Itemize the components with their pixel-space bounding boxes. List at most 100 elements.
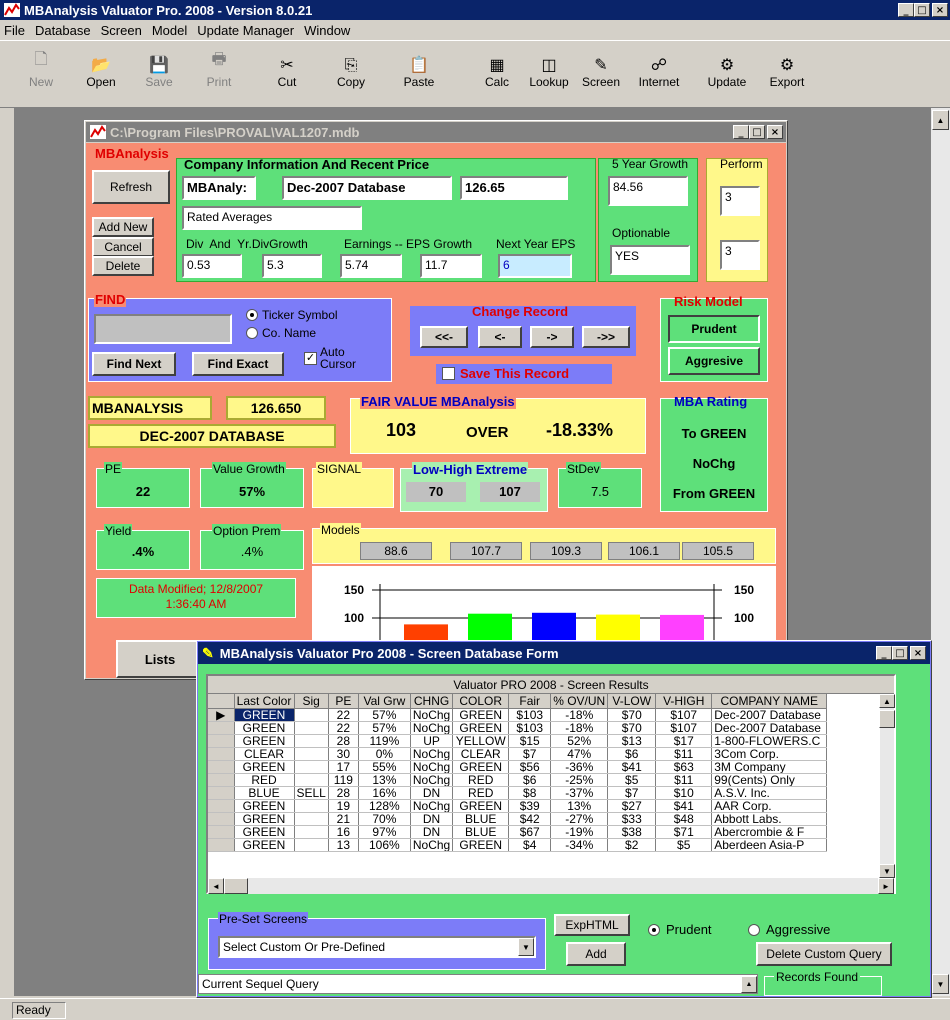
prudent-button[interactable]: Prudent	[668, 315, 760, 343]
table-row[interactable]: CLEAR 30 0% NoChg CLEAR $7 47% $6 $11 3Com Corp.	[208, 747, 828, 761]
table-cell[interactable]	[294, 799, 329, 813]
add-new-button[interactable]: Add New	[92, 217, 154, 237]
earnings-field[interactable]: 5.74	[340, 254, 402, 278]
column-header[interactable]: Sig	[294, 694, 329, 709]
toolbar-save-button[interactable]: 💾 Save	[134, 51, 184, 97]
table-cell[interactable]: $5	[607, 773, 657, 787]
table-cell[interactable]: $107	[655, 708, 713, 722]
row-selector[interactable]	[208, 734, 235, 748]
table-row[interactable]: GREEN 22 57% NoChg GREEN $103 -18% $70 $107 Dec-2…	[208, 721, 828, 735]
table-cell[interactable]	[294, 760, 329, 774]
table-cell[interactable]: -34%	[550, 838, 609, 852]
table-cell[interactable]: BLUE	[234, 786, 295, 800]
table-cell[interactable]: 99(Cents) Only	[711, 773, 828, 787]
table-cell[interactable]: $70	[607, 721, 657, 735]
column-header[interactable]: Last Color	[234, 694, 295, 709]
row-selector[interactable]	[208, 825, 235, 839]
table-cell[interactable]: CLEAR	[234, 747, 295, 761]
table-cell[interactable]: GREEN	[234, 799, 295, 813]
row-selector[interactable]	[208, 721, 235, 735]
optionable-field[interactable]: YES	[610, 245, 690, 275]
menu-database[interactable]: Database	[35, 23, 91, 38]
table-cell[interactable]: 13%	[550, 799, 609, 813]
menu-file[interactable]: File	[4, 23, 25, 38]
table-cell[interactable]: Aberdeen Asia-P	[711, 838, 828, 852]
table-cell[interactable]: 28	[328, 734, 359, 748]
table-cell[interactable]: CLEAR	[452, 747, 510, 761]
table-cell[interactable]: RED	[452, 786, 510, 800]
perform-field-1[interactable]: 3	[720, 186, 760, 216]
perform-field-2[interactable]: 3	[720, 240, 760, 270]
table-cell[interactable]: Dec-2007 Database	[711, 721, 828, 735]
table-cell[interactable]: $67	[508, 825, 552, 839]
table-row[interactable]: GREEN 21 70% DN BLUE $42 -27% $33 $48 Abbott Labs…	[208, 812, 828, 826]
table-cell[interactable]: GREEN	[234, 734, 295, 748]
prev-record-button[interactable]: <-	[478, 326, 522, 348]
table-cell[interactable]: GREEN	[452, 838, 510, 852]
table-cell[interactable]: GREEN	[452, 721, 510, 735]
table-cell[interactable]: $39	[508, 799, 552, 813]
last-record-button[interactable]: ->>	[582, 326, 630, 348]
column-header[interactable]: V-LOW	[607, 694, 657, 709]
table-cell[interactable]: GREEN	[234, 708, 295, 722]
first-record-button[interactable]: <<-	[420, 326, 468, 348]
grid-scroll-down-icon[interactable]: ▼	[879, 864, 895, 878]
table-cell[interactable]: 106%	[358, 838, 411, 852]
table-row[interactable]: ▶ GREEN 22 57% NoChg GREEN $103 -18% $70 $107 Dec-…	[208, 708, 828, 722]
table-cell[interactable]: GREEN	[452, 760, 510, 774]
table-cell[interactable]: YELLOW	[452, 734, 510, 748]
table-cell[interactable]: 13%	[358, 773, 411, 787]
table-cell[interactable]	[294, 838, 329, 852]
table-cell[interactable]: $11	[655, 773, 713, 787]
table-cell[interactable]: 55%	[358, 760, 411, 774]
db-close-icon[interactable]: ×	[767, 125, 783, 139]
next-year-eps-field[interactable]: 6	[498, 254, 572, 278]
table-cell[interactable]: $11	[655, 747, 713, 761]
table-row[interactable]: RED 119 13% NoChg RED $6 -25% $5 $11 99(Cents) On…	[208, 773, 828, 787]
add-button[interactable]: Add	[566, 942, 626, 966]
table-cell[interactable]: GREEN	[234, 812, 295, 826]
table-cell[interactable]: 57%	[358, 708, 411, 722]
table-cell[interactable]: $7	[508, 747, 552, 761]
preset-screens-select[interactable]: Select Custom Or Pre-Defined ▼	[218, 936, 536, 958]
table-cell[interactable]: 21	[328, 812, 359, 826]
table-cell[interactable]: -37%	[550, 786, 609, 800]
grid-scroll-up-icon[interactable]: ▲	[879, 694, 895, 708]
grid-scroll-left-icon[interactable]: ◄	[208, 878, 224, 894]
column-header[interactable]: Val Grw	[358, 694, 411, 709]
query-scroll-icon[interactable]: ▲	[741, 976, 757, 993]
table-cell[interactable]: DN	[410, 825, 454, 839]
table-cell[interactable]: $63	[655, 760, 713, 774]
exphtml-button[interactable]: ExpHTML	[554, 914, 630, 936]
table-cell[interactable]	[294, 721, 329, 735]
row-selector[interactable]	[208, 812, 235, 826]
screen-close-icon[interactable]: ×	[910, 646, 926, 660]
row-selector[interactable]	[208, 799, 235, 813]
db-restore-icon[interactable]: □	[749, 125, 765, 139]
table-cell[interactable]: GREEN	[452, 799, 510, 813]
grid-hscroll-thumb[interactable]	[224, 878, 248, 894]
ticker-symbol-radio[interactable]: Ticker Symbol	[246, 308, 338, 322]
row-selector[interactable]	[208, 747, 235, 761]
auto-cursor-checkbox[interactable]: ✓ Auto Cursor	[304, 346, 356, 370]
table-cell[interactable]: BLUE	[452, 825, 510, 839]
table-cell[interactable]: 22	[328, 721, 359, 735]
find-input[interactable]	[94, 314, 232, 344]
table-cell[interactable]: 17	[328, 760, 359, 774]
table-cell[interactable]: GREEN	[234, 760, 295, 774]
table-cell[interactable]: $38	[607, 825, 657, 839]
table-cell[interactable]: 3M Company	[711, 760, 828, 774]
aggressive-radio[interactable]: Aggressive	[748, 922, 830, 937]
table-cell[interactable]	[294, 773, 329, 787]
row-selector[interactable]	[208, 786, 235, 800]
table-cell[interactable]: 22	[328, 708, 359, 722]
menu-model[interactable]: Model	[152, 23, 187, 38]
menu-screen[interactable]: Screen	[101, 23, 142, 38]
column-header[interactable]: COMPANY NAME	[711, 694, 828, 709]
table-cell[interactable]: -19%	[550, 825, 609, 839]
db-minimize-icon[interactable]: _	[733, 125, 749, 139]
column-header[interactable]: COLOR	[452, 694, 510, 709]
scroll-down-icon[interactable]: ▼	[932, 974, 949, 994]
table-cell[interactable]: 97%	[358, 825, 411, 839]
aggresive-button[interactable]: Aggresive	[668, 347, 760, 375]
